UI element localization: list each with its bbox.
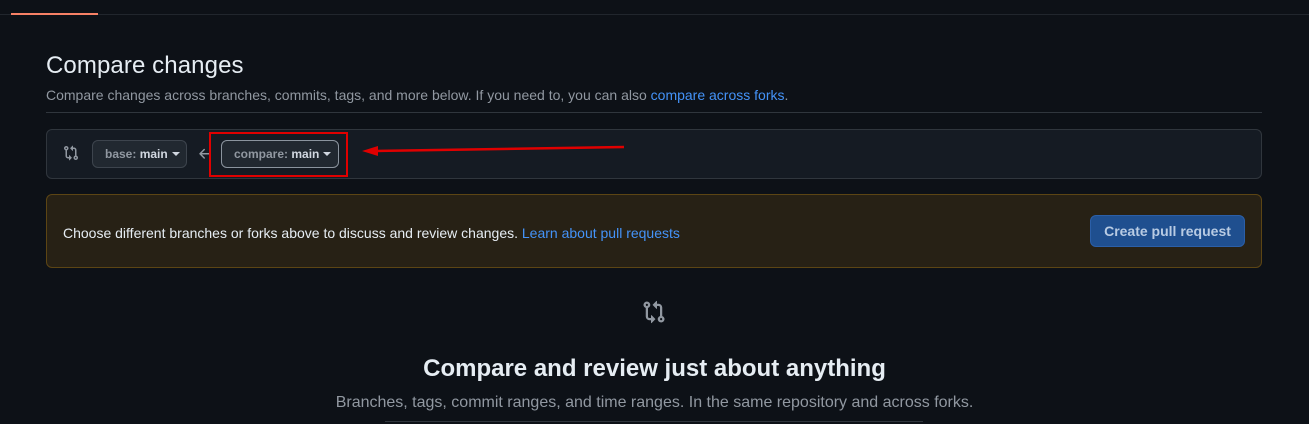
active-tab-underline	[11, 13, 98, 15]
blankslate-subtitle: Branches, tags, commit ranges, and time …	[335, 394, 974, 411]
flash-message: Choose different branches or forks above…	[63, 225, 680, 241]
git-compare-icon	[643, 300, 665, 324]
git-compare-icon	[64, 145, 79, 161]
page-subtitle: Compare changes across branches, commits…	[46, 87, 788, 103]
annotation-highlight-box	[209, 132, 348, 177]
flash-notice: Choose different branches or forks above…	[46, 194, 1262, 268]
page-title: Compare changes	[46, 52, 244, 79]
subtitle-suffix: .	[784, 87, 789, 103]
compare-across-forks-link[interactable]: compare across forks	[651, 87, 785, 103]
subtitle-text: Compare changes across branches, commits…	[46, 87, 651, 103]
title-divider	[46, 112, 1262, 113]
caret-down-icon	[171, 152, 180, 156]
flash-message-text: Choose different branches or forks above…	[63, 225, 522, 241]
header-divider	[0, 14, 1309, 15]
base-branch-button[interactable]: base: main	[92, 140, 187, 168]
create-pull-request-button[interactable]: Create pull request	[1090, 215, 1245, 247]
base-branch-value: main	[139, 147, 168, 161]
annotation-arrow-icon	[362, 145, 625, 156]
blankslate-title: Compare and review just about anything	[423, 355, 886, 382]
base-label: base:	[105, 147, 137, 161]
learn-about-pull-requests-link[interactable]: Learn about pull requests	[522, 225, 680, 241]
